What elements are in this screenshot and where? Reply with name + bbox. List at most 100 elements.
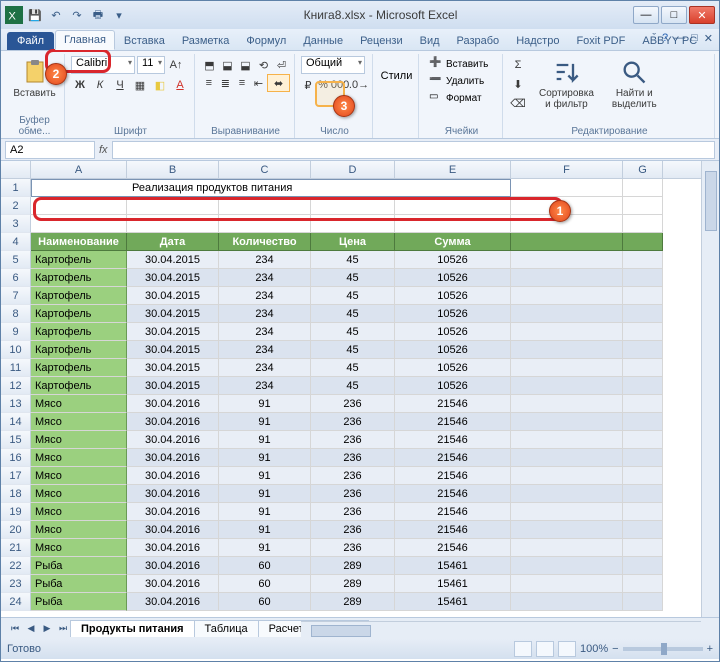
decrease-indent-icon[interactable]: ⇤ bbox=[251, 74, 267, 92]
zoom-in-button[interactable]: + bbox=[707, 643, 713, 655]
row-header[interactable]: 1 bbox=[1, 179, 31, 197]
cell[interactable]: 30.04.2015 bbox=[127, 323, 219, 341]
cell[interactable]: Картофель bbox=[31, 359, 127, 377]
cell[interactable]: 45 bbox=[311, 341, 395, 359]
view-normal-button[interactable] bbox=[514, 641, 532, 657]
col-header-B[interactable]: B bbox=[127, 161, 219, 178]
qat-more-icon[interactable]: ▾ bbox=[110, 6, 128, 24]
cell[interactable]: Картофель bbox=[31, 341, 127, 359]
border-button[interactable]: ▦ bbox=[131, 76, 149, 94]
cell[interactable]: Картофель bbox=[31, 377, 127, 395]
cell[interactable]: 45 bbox=[311, 323, 395, 341]
autosum-icon[interactable]: Σ bbox=[509, 56, 527, 74]
row-header[interactable]: 11 bbox=[1, 359, 31, 377]
cell[interactable]: 91 bbox=[219, 521, 311, 539]
format-cells-button[interactable]: ▭Формат bbox=[425, 90, 498, 106]
cell[interactable]: 21546 bbox=[395, 449, 511, 467]
cell[interactable]: 30.04.2015 bbox=[127, 251, 219, 269]
row-header[interactable]: 12 bbox=[1, 377, 31, 395]
sheet-nav-first[interactable]: ⏮ bbox=[7, 621, 23, 637]
cell[interactable] bbox=[127, 215, 219, 233]
row-header[interactable]: 8 bbox=[1, 305, 31, 323]
cell[interactable] bbox=[511, 305, 623, 323]
cell[interactable]: 234 bbox=[219, 377, 311, 395]
cell[interactable] bbox=[623, 503, 663, 521]
cell[interactable] bbox=[623, 341, 663, 359]
row-header[interactable]: 6 bbox=[1, 269, 31, 287]
delete-cells-button[interactable]: ➖Удалить bbox=[425, 73, 498, 89]
cell[interactable]: Картофель bbox=[31, 287, 127, 305]
cell[interactable]: 236 bbox=[311, 413, 395, 431]
cell[interactable]: 289 bbox=[311, 575, 395, 593]
cell[interactable]: 234 bbox=[219, 269, 311, 287]
cell[interactable]: 234 bbox=[219, 287, 311, 305]
font-size-combo[interactable]: 11 bbox=[137, 56, 165, 74]
cell[interactable]: Мясо bbox=[31, 485, 127, 503]
cell[interactable]: Дата bbox=[127, 233, 219, 251]
merged-title-cell[interactable]: Реализация продуктов питания bbox=[31, 179, 511, 197]
close-button[interactable]: ✕ bbox=[689, 6, 715, 24]
align-right-icon[interactable]: ≡ bbox=[234, 74, 250, 92]
cell[interactable]: 91 bbox=[219, 503, 311, 521]
cell[interactable]: 289 bbox=[311, 593, 395, 611]
cell[interactable]: 10526 bbox=[395, 359, 511, 377]
cell[interactable] bbox=[511, 557, 623, 575]
col-header-G[interactable]: G bbox=[623, 161, 663, 178]
cell[interactable] bbox=[511, 323, 623, 341]
orientation-icon[interactable]: ⟲ bbox=[255, 56, 272, 74]
cell[interactable]: 21546 bbox=[395, 467, 511, 485]
help-icon[interactable]: ? bbox=[662, 32, 668, 45]
view-break-button[interactable] bbox=[558, 641, 576, 657]
tab-review[interactable]: Рецензи bbox=[352, 32, 411, 50]
insert-cells-button[interactable]: ➕Вставить bbox=[425, 56, 498, 72]
cell[interactable] bbox=[219, 197, 311, 215]
redo-icon[interactable]: ↷ bbox=[68, 6, 86, 24]
cell[interactable]: 30.04.2016 bbox=[127, 521, 219, 539]
cell[interactable]: 10526 bbox=[395, 377, 511, 395]
cell[interactable]: Мясо bbox=[31, 467, 127, 485]
cell[interactable]: 10526 bbox=[395, 305, 511, 323]
cell[interactable]: 60 bbox=[219, 557, 311, 575]
cell[interactable] bbox=[395, 197, 511, 215]
cell[interactable]: 60 bbox=[219, 575, 311, 593]
tab-formulas[interactable]: Формул bbox=[238, 32, 294, 50]
cell[interactable]: Картофель bbox=[31, 251, 127, 269]
cell[interactable]: 236 bbox=[311, 449, 395, 467]
zoom-out-button[interactable]: − bbox=[612, 643, 618, 655]
row-header[interactable]: 17 bbox=[1, 467, 31, 485]
cell[interactable]: Мясо bbox=[31, 413, 127, 431]
row-header[interactable]: 24 bbox=[1, 593, 31, 611]
cell[interactable] bbox=[511, 575, 623, 593]
cell[interactable] bbox=[511, 593, 623, 611]
maximize-button[interactable]: □ bbox=[661, 6, 687, 24]
cell[interactable] bbox=[511, 449, 623, 467]
cell[interactable]: 30.04.2016 bbox=[127, 431, 219, 449]
cell[interactable] bbox=[623, 359, 663, 377]
cell[interactable] bbox=[511, 287, 623, 305]
cell[interactable]: 91 bbox=[219, 431, 311, 449]
cell[interactable]: 21546 bbox=[395, 539, 511, 557]
wrap-text-button[interactable]: ⏎ bbox=[273, 56, 290, 74]
row-header[interactable]: 7 bbox=[1, 287, 31, 305]
cell[interactable]: Сумма bbox=[395, 233, 511, 251]
merge-center-button[interactable]: ⬌ bbox=[267, 74, 290, 92]
cell[interactable] bbox=[511, 431, 623, 449]
currency-icon[interactable]: ₽ bbox=[301, 76, 315, 94]
align-left-icon[interactable]: ≡ bbox=[201, 74, 217, 92]
col-header-F[interactable]: F bbox=[511, 161, 623, 178]
cell[interactable]: 236 bbox=[311, 467, 395, 485]
tab-view[interactable]: Вид bbox=[412, 32, 448, 50]
cell[interactable]: Мясо bbox=[31, 395, 127, 413]
row-header[interactable]: 10 bbox=[1, 341, 31, 359]
cell[interactable]: 30.04.2016 bbox=[127, 467, 219, 485]
cell[interactable]: 30.04.2016 bbox=[127, 539, 219, 557]
cell[interactable]: Количество bbox=[219, 233, 311, 251]
cell[interactable]: Картофель bbox=[31, 323, 127, 341]
cell[interactable]: 234 bbox=[219, 359, 311, 377]
cell[interactable] bbox=[623, 287, 663, 305]
cell[interactable]: 30.04.2016 bbox=[127, 449, 219, 467]
tab-insert[interactable]: Вставка bbox=[116, 32, 173, 50]
vertical-scrollbar[interactable] bbox=[701, 161, 719, 617]
sheet-nav-last[interactable]: ⏭ bbox=[55, 621, 71, 637]
row-header[interactable]: 15 bbox=[1, 431, 31, 449]
